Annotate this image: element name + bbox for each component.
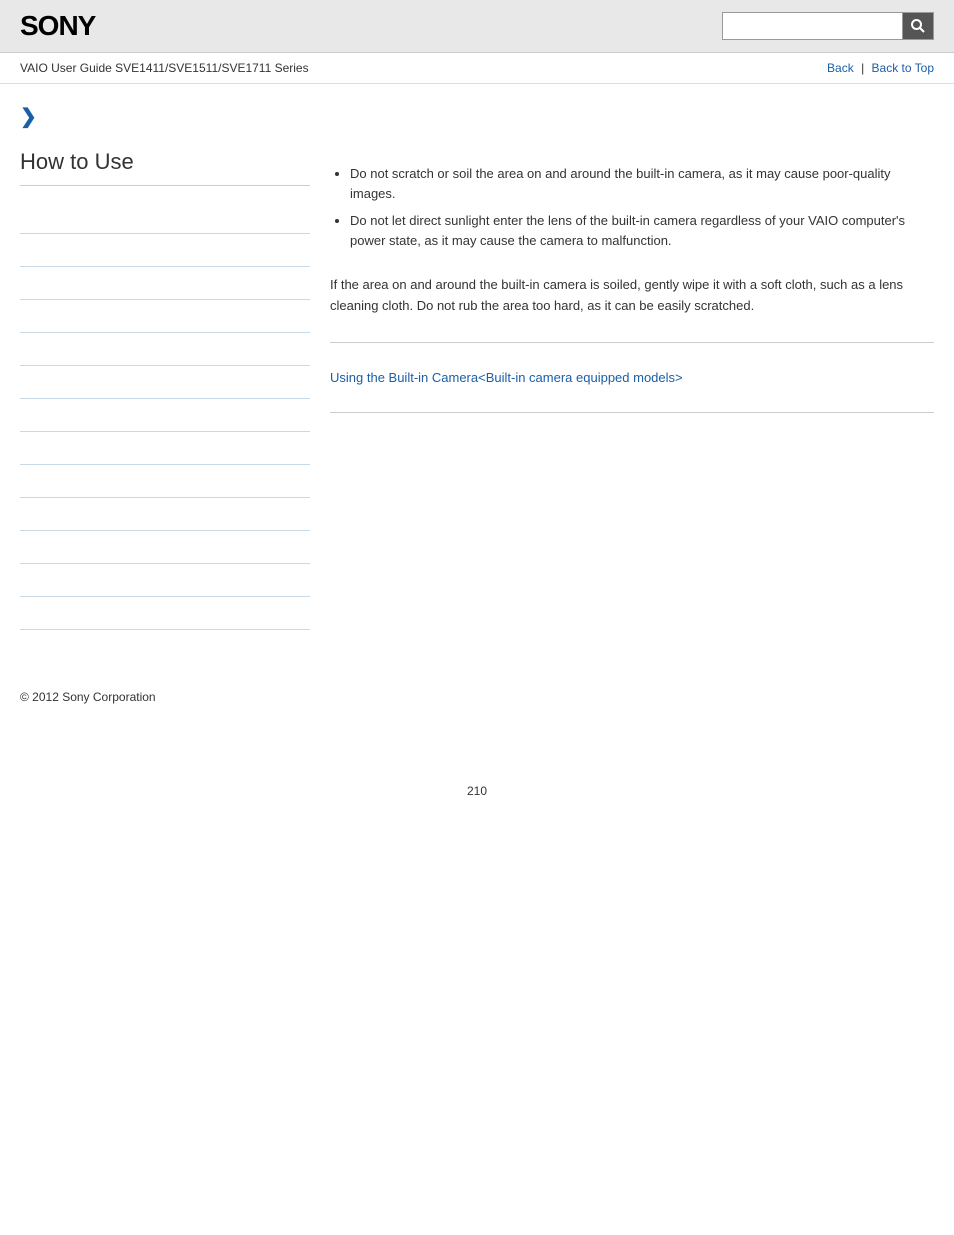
sidebar-link[interactable]: [20, 474, 310, 488]
related-link[interactable]: Using the Built-in Camera<Built-in camer…: [330, 370, 683, 385]
list-item: [20, 498, 310, 531]
sidebar-link[interactable]: [20, 606, 310, 620]
sidebar-link[interactable]: [20, 441, 310, 455]
guide-title: VAIO User Guide SVE1411/SVE1511/SVE1711 …: [20, 61, 309, 75]
nav-links: Back | Back to Top: [827, 61, 934, 75]
nav-bar: VAIO User Guide SVE1411/SVE1511/SVE1711 …: [0, 53, 954, 84]
content-paragraph: If the area on and around the built-in c…: [330, 275, 934, 317]
sidebar-link[interactable]: [20, 342, 310, 356]
list-item: [20, 234, 310, 267]
nav-separator: |: [861, 61, 867, 75]
search-button[interactable]: [902, 12, 934, 40]
page-header: SONY: [0, 0, 954, 53]
sidebar-link[interactable]: [20, 210, 310, 224]
list-item: [20, 432, 310, 465]
sidebar-link[interactable]: [20, 276, 310, 290]
back-link[interactable]: Back: [827, 61, 854, 75]
list-item: [20, 333, 310, 366]
bullet-item-2: Do not let direct sunlight enter the len…: [350, 211, 934, 250]
list-item: [20, 465, 310, 498]
list-item: [20, 399, 310, 432]
list-item: [20, 366, 310, 399]
sidebar-link[interactable]: [20, 507, 310, 521]
content-area: Do not scratch or soil the area on and a…: [330, 104, 934, 630]
page-number: 210: [0, 764, 954, 818]
list-item: [20, 267, 310, 300]
related-link-section: Using the Built-in Camera<Built-in camer…: [330, 358, 934, 397]
list-item: [20, 201, 310, 234]
search-icon: [910, 18, 926, 34]
list-item: [20, 564, 310, 597]
sidebar-links: [20, 201, 310, 630]
bullet-list: Do not scratch or soil the area on and a…: [350, 164, 934, 250]
breadcrumb-arrow: ❯: [20, 104, 310, 129]
divider-1: [330, 342, 934, 343]
sidebar-link[interactable]: [20, 540, 310, 554]
sidebar: ❯ How to Use: [20, 104, 310, 630]
footer-copyright: © 2012 Sony Corporation: [0, 670, 954, 724]
bullet-item-1: Do not scratch or soil the area on and a…: [350, 164, 934, 203]
search-area: [722, 12, 934, 40]
list-item: [20, 300, 310, 333]
list-item: [20, 597, 310, 630]
back-to-top-link[interactable]: Back to Top: [872, 61, 934, 75]
sidebar-link[interactable]: [20, 408, 310, 422]
sony-logo: SONY: [20, 10, 95, 42]
bullet-section: Do not scratch or soil the area on and a…: [330, 164, 934, 250]
sidebar-link[interactable]: [20, 375, 310, 389]
section-title: How to Use: [20, 149, 310, 186]
sidebar-link[interactable]: [20, 309, 310, 323]
list-item: [20, 531, 310, 564]
sidebar-link[interactable]: [20, 243, 310, 257]
divider-2: [330, 412, 934, 413]
main-content: ❯ How to Use Do not scratch or soil the …: [0, 84, 954, 650]
paragraph-section: If the area on and around the built-in c…: [330, 275, 934, 317]
sidebar-link[interactable]: [20, 573, 310, 587]
search-input[interactable]: [722, 12, 902, 40]
